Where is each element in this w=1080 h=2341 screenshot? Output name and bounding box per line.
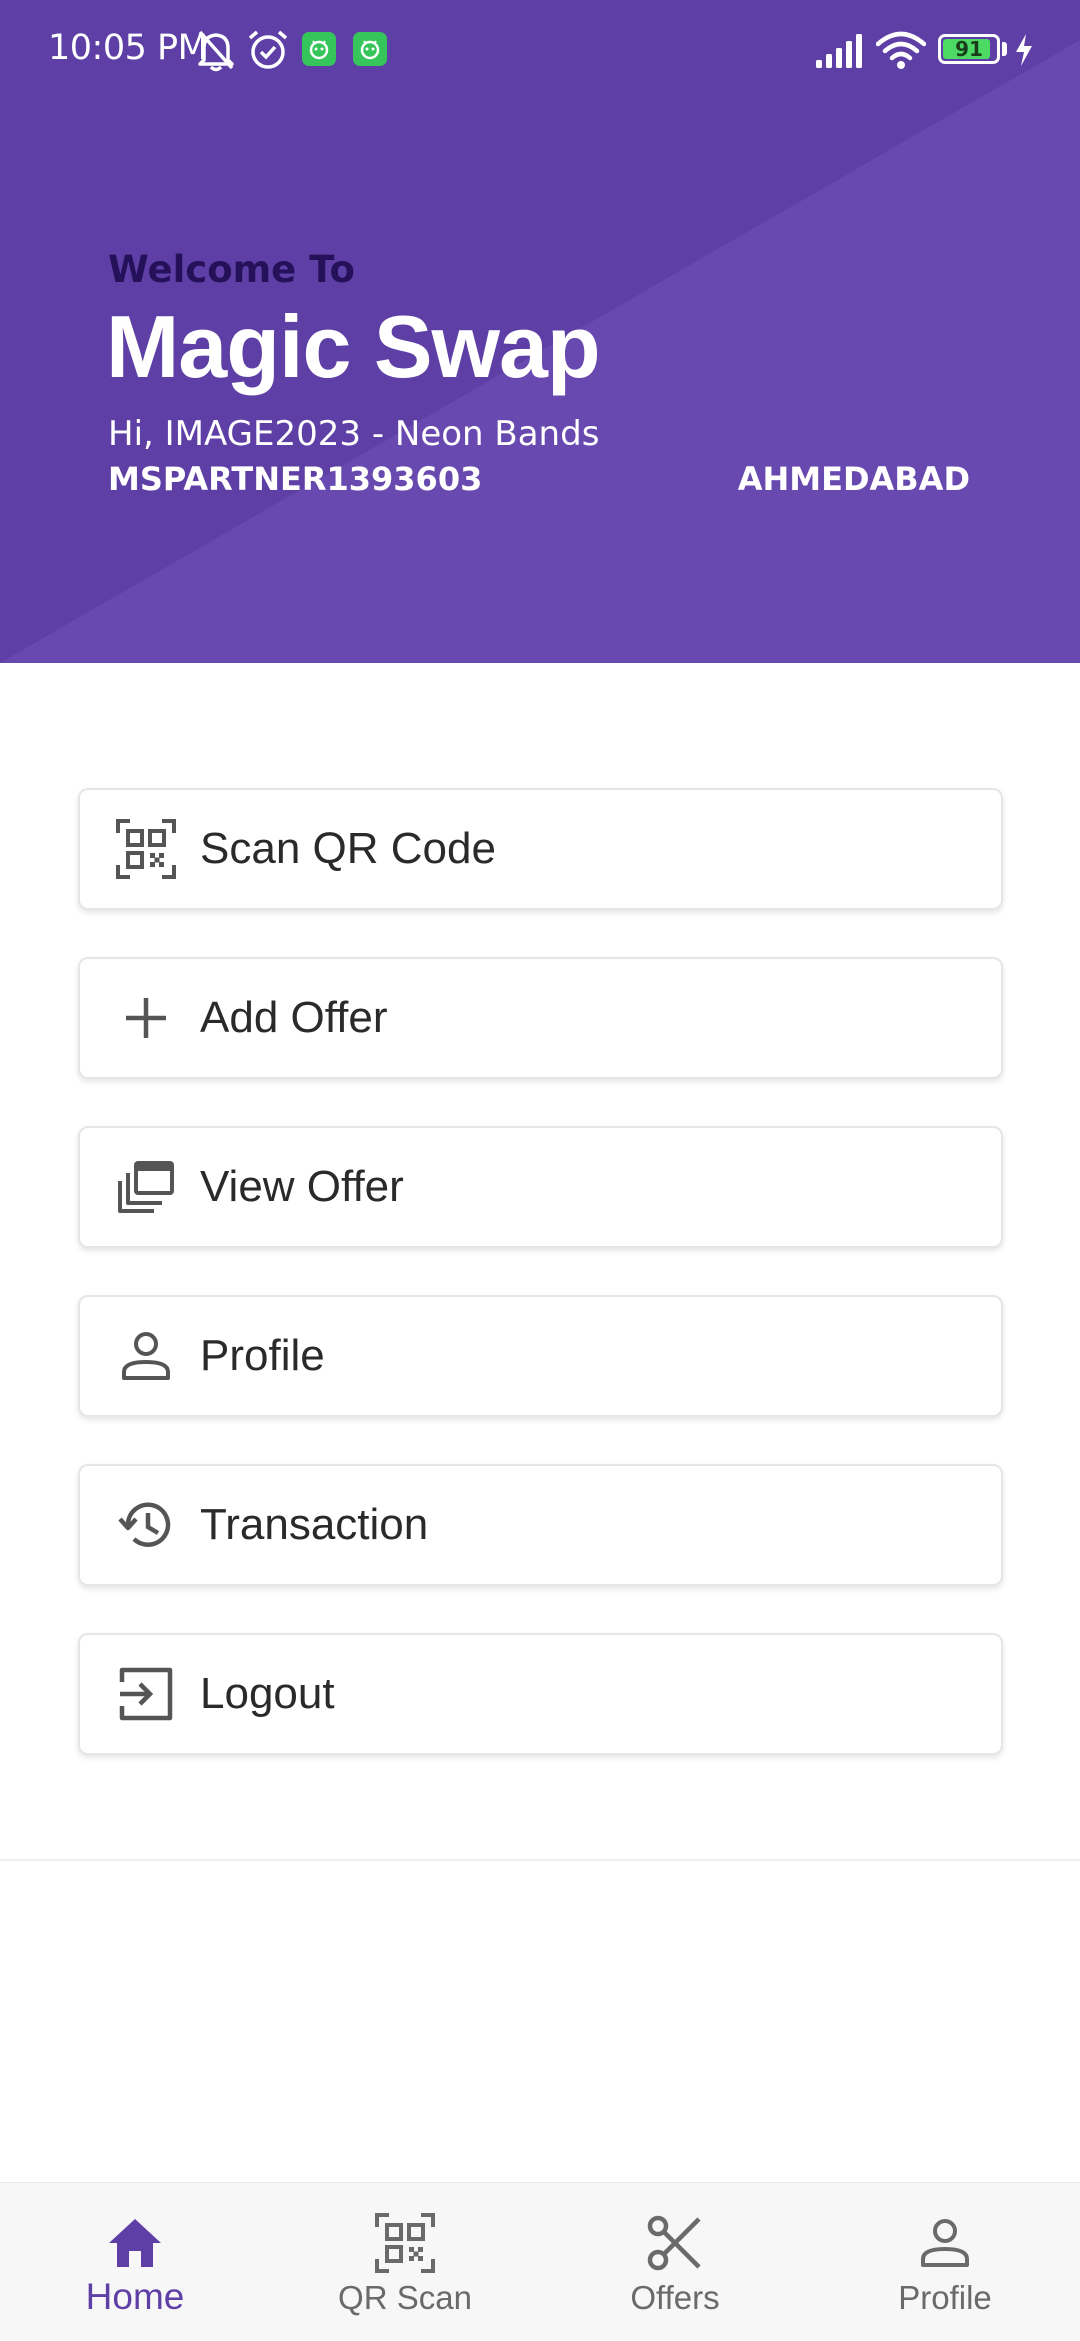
logout-button[interactable]: Logout (78, 1633, 1003, 1755)
menu-item-label: Transaction (200, 1500, 429, 1549)
menu-item-label: View Offer (200, 1162, 404, 1211)
history-icon (118, 1502, 171, 1547)
nav-home[interactable]: Home (0, 2183, 270, 2341)
signal-icon (816, 34, 862, 68)
charging-icon (1016, 34, 1032, 66)
nav-qr-scan[interactable]: QR Scan (270, 2183, 540, 2341)
home-icon (109, 2219, 161, 2267)
menu-item-label: Logout (200, 1669, 335, 1718)
person-icon (921, 2219, 969, 2267)
person-icon (122, 1332, 170, 1380)
menu-item-label: Profile (200, 1331, 325, 1380)
nav-label: Offers (630, 2279, 720, 2316)
battery-nub (1002, 42, 1007, 56)
content-divider (0, 1859, 1080, 1861)
partner-id: MSPARTNER1393603 (108, 460, 483, 498)
alarm-icon (248, 30, 288, 69)
nav-profile[interactable]: Profile (810, 2183, 1080, 2341)
bell-off-icon (198, 30, 234, 72)
qr-code-icon (375, 2213, 435, 2273)
bottom-navigation: Home QR Scan Offers Profile (0, 2182, 1080, 2340)
menu-item-label: Add Offer (200, 993, 388, 1042)
scan-qr-code-button[interactable]: Scan QR Code (78, 788, 1003, 910)
add-offer-button[interactable]: Add Offer (78, 957, 1003, 1079)
battery-percent: 91 (955, 37, 983, 61)
nav-offers[interactable]: Offers (540, 2183, 810, 2341)
header-banner: 10:05 PM 91 Welcome To Magic Swap Hi, IM… (0, 0, 1080, 663)
nav-label: Profile (898, 2279, 992, 2316)
transaction-button[interactable]: Transaction (78, 1464, 1003, 1586)
battery-icon: 91 (938, 34, 1000, 64)
view-offer-button[interactable]: View Offer (78, 1126, 1003, 1248)
scissors-icon (647, 2215, 701, 2271)
profile-button[interactable]: Profile (78, 1295, 1003, 1417)
nav-label: Home (85, 2276, 185, 2317)
user-greeting: Hi, IMAGE2023 - Neon Bands (108, 414, 600, 454)
main-menu: Scan QR Code Add Offer View Offer Profil… (78, 788, 1003, 1802)
offers-stack-icon (118, 1161, 174, 1213)
status-bar: 10:05 PM 91 (0, 0, 1080, 100)
logout-icon (119, 1667, 173, 1721)
qr-code-icon (116, 819, 176, 879)
app-title: Magic Swap (106, 297, 601, 396)
status-time: 10:05 PM (48, 28, 208, 68)
welcome-text: Welcome To (108, 248, 355, 291)
app-notification-icon (302, 32, 336, 66)
nav-label: QR Scan (338, 2279, 472, 2316)
city-label: AHMEDABAD (737, 460, 970, 498)
menu-item-label: Scan QR Code (200, 824, 496, 873)
plus-icon (126, 998, 166, 1038)
app-notification-icon (353, 32, 387, 66)
wifi-icon (876, 31, 926, 69)
